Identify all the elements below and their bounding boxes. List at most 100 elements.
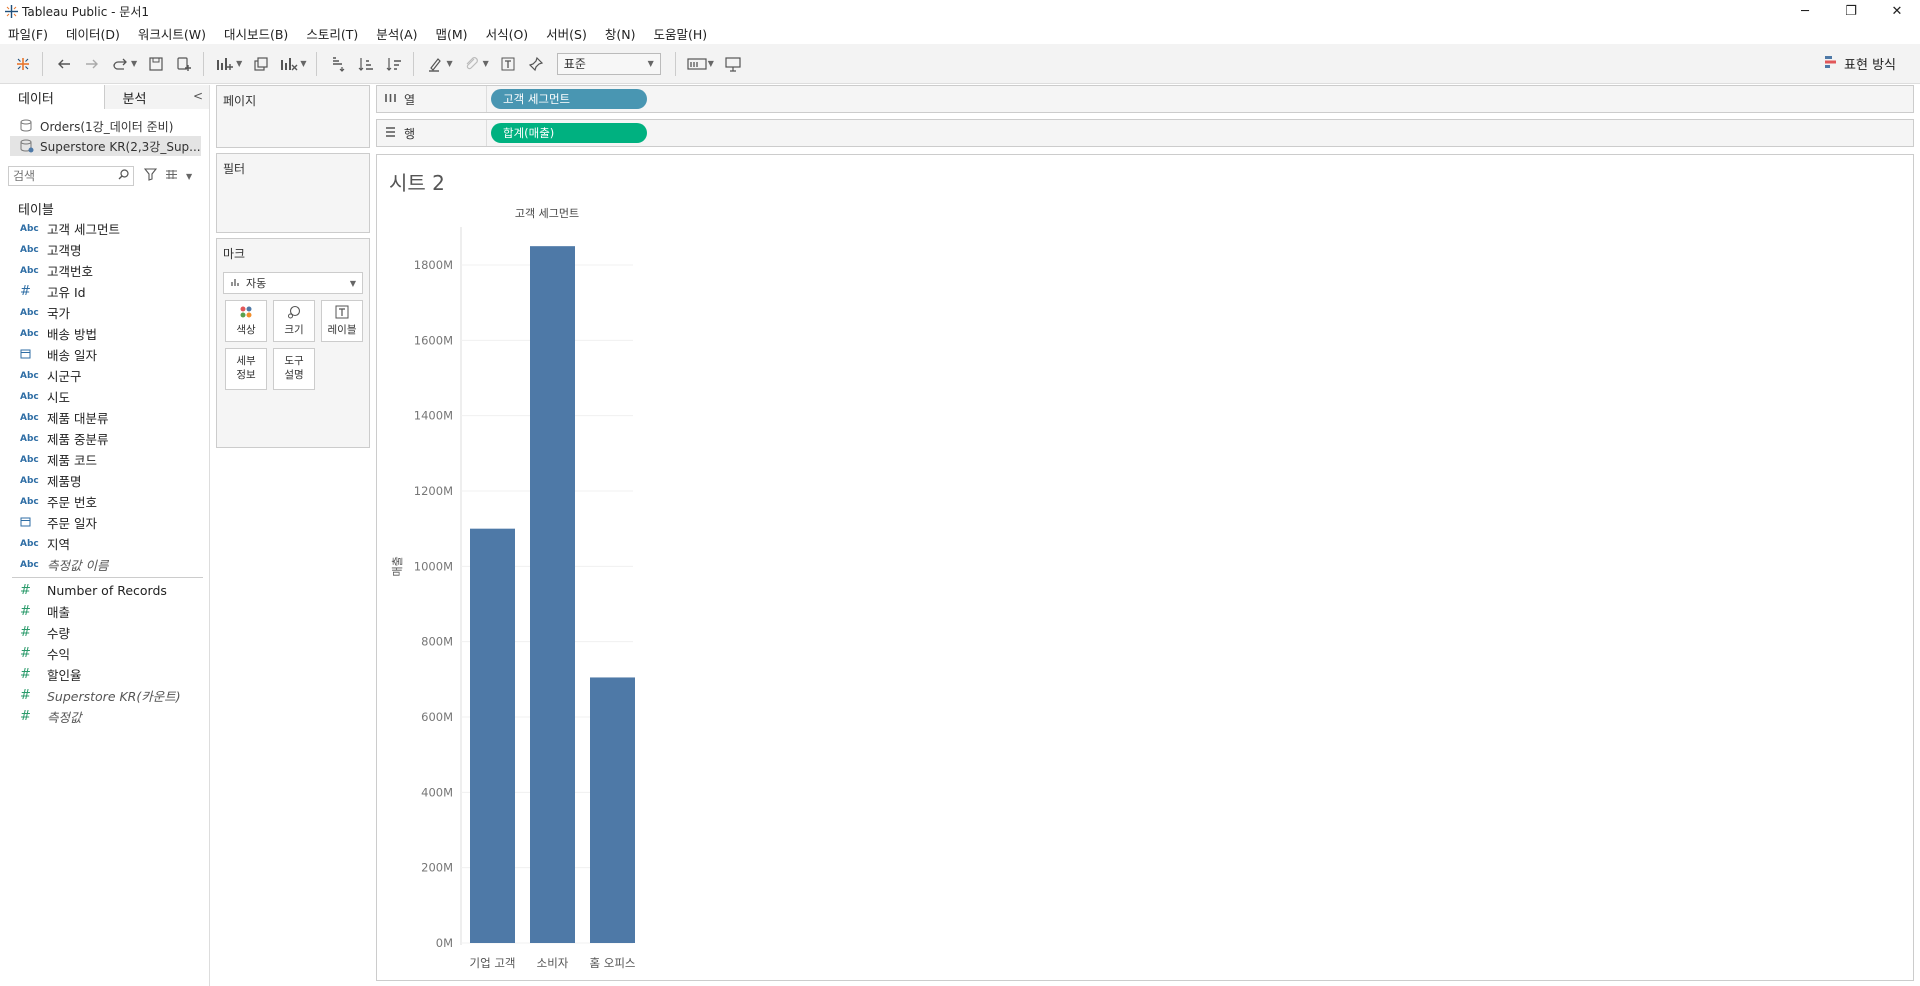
filters-card[interactable]: 필터 [216, 153, 370, 233]
tooltip-mark-button[interactable]: 도구 설명 [273, 348, 315, 390]
replay-dropdown-icon[interactable]: ▼ [131, 59, 137, 68]
measure-field[interactable]: # Superstore KR(카운트) [0, 685, 209, 706]
highlight-dropdown-icon[interactable]: ▼ [446, 59, 452, 68]
minimize-button[interactable]: ─ [1782, 0, 1828, 22]
show-cards-icon[interactable] [684, 51, 710, 77]
menu-dashboard[interactable]: 대시보드(B) [224, 24, 288, 43]
menu-window[interactable]: 창(N) [605, 24, 636, 43]
show-mark-labels-icon[interactable] [495, 51, 521, 77]
add-datasource-icon[interactable] [171, 51, 197, 77]
datasource-item[interactable]: Orders(1강_데이터 준비) [0, 116, 209, 136]
dimension-field[interactable]: Abc 제품 대분류 [0, 407, 209, 428]
dimension-field[interactable]: Abc 제품명 [0, 470, 209, 491]
swap-rows-columns-icon[interactable] [325, 51, 351, 77]
dimension-field[interactable]: Abc 시군구 [0, 365, 209, 386]
menu-analysis[interactable]: 분석(A) [376, 24, 417, 43]
columns-icon [385, 92, 396, 106]
dimension-field[interactable]: Abc 고객번호 [0, 260, 209, 281]
dimension-field[interactable]: Abc 국가 [0, 302, 209, 323]
filter-icon[interactable] [143, 168, 158, 184]
measure-field[interactable]: # 수량 [0, 622, 209, 643]
show-cards-dropdown-icon[interactable]: ▼ [708, 59, 714, 68]
toolbar-separator [674, 51, 676, 76]
tab-data[interactable]: 데이터 [0, 85, 105, 109]
menu-map[interactable]: 맵(M) [436, 24, 468, 43]
datasource-item-selected[interactable]: Superstore KR(2,3강_Sup... [10, 136, 201, 156]
menu-story[interactable]: 스토리(T) [306, 24, 358, 43]
undo-icon[interactable] [51, 51, 77, 77]
new-worksheet-icon[interactable] [212, 51, 238, 77]
save-icon[interactable] [143, 51, 169, 77]
clear-dropdown-icon[interactable]: ▼ [300, 59, 306, 68]
dimension-field[interactable]: Abc 배송 방법 [0, 323, 209, 344]
field-name: 매출 [47, 605, 71, 620]
rows-shelf-label: 행 [377, 120, 487, 146]
search-input[interactable] [13, 169, 113, 183]
dimension-field[interactable]: 주문 일자 [0, 512, 209, 533]
rows-shelf[interactable]: 행 합계(매출) [376, 119, 1914, 147]
new-worksheet-dropdown-icon[interactable]: ▼ [236, 59, 242, 68]
dimension-field[interactable]: Abc 제품 코드 [0, 449, 209, 470]
measure-field[interactable]: # 수익 [0, 643, 209, 664]
fit-select[interactable]: 표준 ▼ [556, 52, 661, 75]
dimension-field[interactable]: Abc 제품 중분류 [0, 428, 209, 449]
size-mark-button[interactable]: 크기 [273, 300, 315, 342]
rows-pill[interactable]: 합계(매출) [491, 123, 647, 143]
sort-ascending-icon[interactable] [353, 51, 379, 77]
tableau-home-icon[interactable] [10, 51, 36, 77]
menu-data[interactable]: 데이터(D) [66, 24, 120, 43]
search-field[interactable] [8, 166, 134, 186]
columns-pill[interactable]: 고객 세그먼트 [491, 89, 647, 109]
field-name: 배송 일자 [47, 348, 97, 363]
measure-field[interactable]: # 매출 [0, 601, 209, 622]
menu-worksheet[interactable]: 워크시트(W) [138, 24, 206, 43]
color-mark-label: 색상 [236, 323, 256, 336]
menu-help[interactable]: 도움말(H) [653, 24, 707, 43]
toolbar-separator [413, 51, 415, 76]
close-button[interactable]: ✕ [1874, 0, 1920, 22]
measure-field[interactable]: # 할인율 [0, 664, 209, 685]
group-dropdown-icon[interactable]: ▼ [483, 59, 489, 68]
dimension-field[interactable]: Abc 고객명 [0, 239, 209, 260]
dimension-field[interactable]: 배송 일자 [0, 344, 209, 365]
dimension-field[interactable]: Abc 주문 번호 [0, 491, 209, 512]
datasource-icon [20, 139, 34, 153]
bar-chart: 고객 세그먼트 0M 200M 400M 600M 800M 1000M 1200M 1400M… [391, 207, 635, 970]
measure-field[interactable]: # 측정값 [0, 706, 209, 727]
collapse-pane-icon[interactable]: < [193, 89, 203, 103]
measure-field[interactable]: # Number of Records [0, 580, 209, 601]
dimension-field[interactable]: Abc 지역 [0, 533, 209, 554]
menu-file[interactable]: 파일(F) [8, 24, 48, 43]
show-me-button[interactable]: 표현 방식 [1824, 54, 1896, 73]
pages-card[interactable]: 페이지 [216, 85, 370, 148]
marks-card: 마크 자동 ▼ 색상 크기 레이블 세부 정보 도구 설명 [216, 238, 370, 448]
clear-sheet-icon[interactable] [276, 51, 302, 77]
mark-type-select[interactable]: 자동 ▼ [223, 272, 363, 294]
color-mark-button[interactable]: 색상 [225, 300, 267, 342]
presentation-mode-icon[interactable] [720, 51, 746, 77]
dimension-field[interactable]: Abc 시도 [0, 386, 209, 407]
highlight-icon[interactable] [422, 51, 448, 77]
duplicate-sheet-icon[interactable] [248, 51, 274, 77]
menu-format[interactable]: 서식(O) [486, 24, 529, 43]
view-options-icon[interactable] [165, 169, 178, 183]
columns-shelf[interactable]: 열 고객 세그먼트 [376, 85, 1914, 113]
bar [590, 677, 635, 943]
group-members-icon[interactable] [459, 51, 485, 77]
redo-icon[interactable] [79, 51, 105, 77]
dimension-field[interactable]: # 고유 Id [0, 281, 209, 302]
detail-mark-button[interactable]: 세부 정보 [225, 348, 267, 390]
tooltip-mark-label: 도구 설명 [284, 355, 304, 381]
dimension-field[interactable]: Abc 고객 세그먼트 [0, 218, 209, 239]
sort-descending-icon[interactable] [381, 51, 407, 77]
pin-axes-icon[interactable] [523, 51, 549, 77]
dimension-field[interactable]: Abc 측정값 이름 [0, 554, 209, 575]
column-header: 고객 세그먼트 [515, 207, 579, 220]
menu-server[interactable]: 서버(S) [546, 24, 587, 43]
chevron-down-icon[interactable]: ▼ [186, 172, 192, 181]
label-mark-button[interactable]: 레이블 [321, 300, 363, 342]
pages-card-title: 페이지 [223, 94, 257, 108]
string-type-icon: Abc [20, 328, 39, 339]
replay-icon[interactable] [107, 51, 133, 77]
restore-button[interactable]: ❐ [1828, 0, 1874, 22]
